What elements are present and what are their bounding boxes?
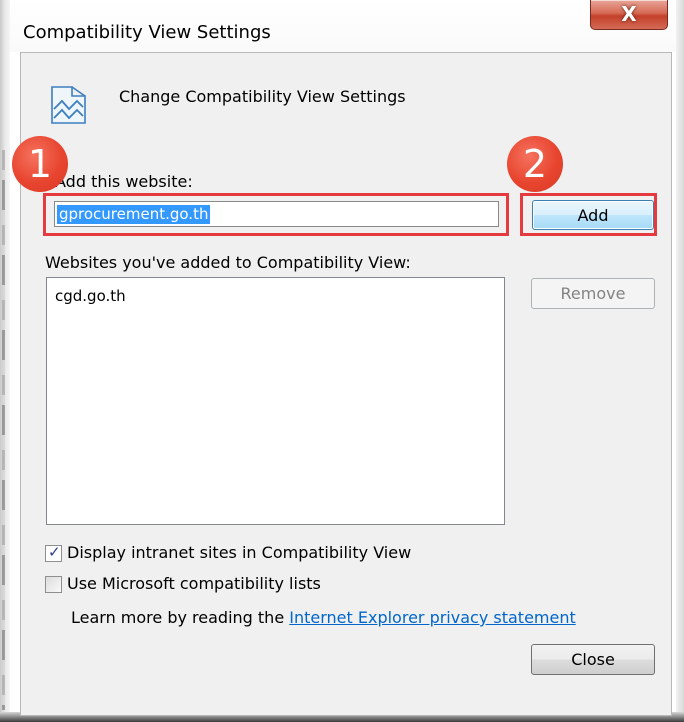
close-button[interactable]: Close bbox=[531, 644, 655, 675]
learn-more-text: Learn more by reading the Internet Explo… bbox=[71, 608, 576, 627]
dialog-content: Change Compatibility View Settings Add t… bbox=[20, 52, 672, 716]
step1-badge: 1 bbox=[12, 136, 68, 192]
microsoft-lists-checkbox[interactable] bbox=[45, 576, 62, 593]
websites-list[interactable]: cgd.go.th bbox=[46, 277, 505, 525]
intranet-checkbox-label: Display intranet sites in Compatibility … bbox=[67, 543, 412, 562]
title-bar: Compatibility View Settings X bbox=[10, 0, 676, 52]
window-frame-right bbox=[676, 0, 684, 722]
close-icon: X bbox=[621, 2, 637, 26]
window-frame-left bbox=[0, 0, 10, 722]
header-title: Change Compatibility View Settings bbox=[119, 87, 406, 106]
step2-badge: 2 bbox=[507, 136, 563, 192]
learn-more-prefix: Learn more by reading the bbox=[71, 608, 290, 627]
microsoft-lists-checkbox-label: Use Microsoft compatibility lists bbox=[67, 574, 321, 593]
remove-button[interactable]: Remove bbox=[531, 278, 655, 309]
list-item[interactable]: cgd.go.th bbox=[55, 287, 126, 305]
compatibility-view-icon bbox=[51, 86, 86, 124]
privacy-statement-link[interactable]: Internet Explorer privacy statement bbox=[289, 608, 576, 627]
window-title: Compatibility View Settings bbox=[23, 22, 271, 43]
intranet-checkbox[interactable] bbox=[45, 543, 62, 562]
step2-highlight bbox=[520, 193, 657, 236]
window-close-button[interactable]: X bbox=[590, 0, 668, 30]
step1-highlight bbox=[43, 193, 509, 236]
add-website-label: Add this website: bbox=[55, 172, 193, 191]
websites-list-label: Websites you've added to Compatibility V… bbox=[45, 253, 411, 272]
